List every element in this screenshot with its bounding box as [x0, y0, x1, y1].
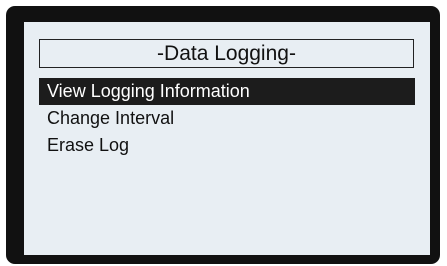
device-bezel: -Data Logging- View Logging Information … — [6, 6, 440, 264]
menu-item-change-interval[interactable]: Change Interval — [39, 105, 415, 132]
menu-item-view-logging-information[interactable]: View Logging Information — [39, 78, 415, 105]
menu-item-erase-log[interactable]: Erase Log — [39, 132, 415, 159]
lcd-screen: -Data Logging- View Logging Information … — [24, 22, 430, 255]
page-title: -Data Logging- — [39, 39, 414, 68]
menu-list: View Logging Information Change Interval… — [39, 78, 415, 159]
